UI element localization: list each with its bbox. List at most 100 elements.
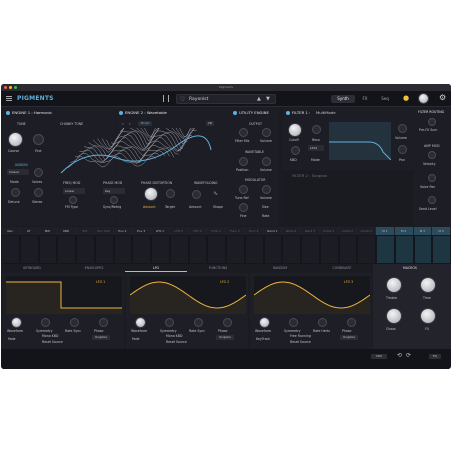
settings-gear-icon[interactable]: ⚙ <box>439 93 446 102</box>
mod-source-tab[interactable]: Ext <box>76 227 95 235</box>
mod-source-tab[interactable]: AT <box>19 227 39 235</box>
reso-knob[interactable] <box>312 125 321 134</box>
engine-1-power-icon[interactable] <box>6 111 10 115</box>
voices-knob[interactable] <box>34 168 43 177</box>
lfo-phase-knob[interactable] <box>99 318 108 327</box>
lfo-mono-label[interactable]: Mono KBD <box>166 334 182 338</box>
tab-fx[interactable]: FX <box>357 95 373 103</box>
preset-browser[interactable]: ♡ Rayonist ▲ ▼ <box>176 94 276 104</box>
filter-pan-knob[interactable] <box>398 145 407 154</box>
lfo-rate-knob[interactable] <box>318 318 327 327</box>
mod-source-tab[interactable]: Comb 2 <box>338 227 358 235</box>
sync-retrig-knob[interactable] <box>110 196 118 204</box>
next-wavetable-icon[interactable]: › <box>129 121 131 126</box>
lfo-fade-label[interactable]: Fade <box>8 337 15 341</box>
wavetable-display[interactable] <box>56 128 216 178</box>
mod-source-slot[interactable] <box>264 236 282 263</box>
mod-source-slot[interactable] <box>114 236 132 263</box>
macro-4-knob[interactable] <box>421 309 435 323</box>
library-icon[interactable] <box>163 95 169 102</box>
lfo-symmetry-knob[interactable] <box>289 318 298 327</box>
detune-knob[interactable] <box>11 188 20 197</box>
mod-source-slot[interactable] <box>283 236 300 263</box>
mod-source-slot[interactable] <box>227 236 244 263</box>
mod-source-slot[interactable] <box>208 236 225 263</box>
mod-source-slot[interactable] <box>189 236 207 263</box>
volume-knob[interactable] <box>419 94 428 103</box>
filter-mode-select[interactable]: LP12 <box>308 145 324 151</box>
engine-2-power-icon[interactable] <box>119 111 123 115</box>
section-tab[interactable]: FUNCTIONS <box>187 264 249 272</box>
lfo-phase-knob[interactable] <box>347 318 356 327</box>
lfo-waveform-knob[interactable] <box>260 318 269 327</box>
macro-2-knob[interactable] <box>421 278 435 292</box>
mod-source-slot[interactable] <box>320 236 338 263</box>
filter-1-power-icon[interactable] <box>286 111 290 115</box>
modulator-volume-knob[interactable] <box>262 185 271 194</box>
mod-source-slot[interactable] <box>377 236 394 263</box>
lfo-rate-knob[interactable] <box>194 318 203 327</box>
mod-source-tab[interactable]: Comb 3 <box>357 227 376 235</box>
lfo-polarity-button[interactable]: Unipolar <box>216 335 234 340</box>
filter-2-header[interactable]: FILTER 2 : Surgeon <box>292 173 327 178</box>
utility-power-icon[interactable] <box>233 111 237 115</box>
mod-source-tab[interactable]: LFO 2 <box>169 227 189 235</box>
mod-source-tab[interactable]: Func 3 <box>244 227 264 235</box>
mod-source-slot[interactable] <box>133 236 150 263</box>
lfo-phase-knob[interactable] <box>223 318 232 327</box>
mod-source-slot[interactable] <box>245 236 263 263</box>
mod-source-slot[interactable] <box>395 236 413 263</box>
fine-knob[interactable] <box>33 134 44 145</box>
filter-volume-knob[interactable] <box>398 124 407 133</box>
section-tab[interactable]: KEYBOARD <box>1 264 63 272</box>
position-knob[interactable] <box>239 157 248 166</box>
kbd-knob[interactable] <box>291 146 300 155</box>
phase-mod-select[interactable]: Key <box>103 188 125 194</box>
macro-1-knob[interactable] <box>387 278 401 292</box>
mod-source-tab[interactable]: MW <box>38 227 58 235</box>
lfo-reset-source-label[interactable]: Reset Source <box>166 340 187 344</box>
mod-source-tab[interactable]: Velo <box>1 227 20 235</box>
mod-source-slot[interactable] <box>339 236 357 263</box>
mod-source-tab[interactable]: KBD <box>57 227 76 235</box>
lfo-rate-knob[interactable] <box>70 318 79 327</box>
undo-icon[interactable]: ⟲ <box>397 352 402 359</box>
mod-source-slot[interactable] <box>20 236 38 263</box>
mod-source-tab[interactable]: Rand 1 <box>263 227 283 235</box>
amp-mod-knob[interactable] <box>428 151 436 159</box>
mod-source-tab[interactable]: Rand 3 <box>301 227 320 235</box>
section-tab[interactable]: ENVELOPES <box>63 264 125 272</box>
lightbulb-icon[interactable]: ● <box>403 94 409 102</box>
mod-source-slot[interactable] <box>170 236 188 263</box>
heart-icon[interactable]: ♡ <box>180 96 185 103</box>
section-tab[interactable]: LFO <box>125 264 187 272</box>
macro-3-knob[interactable] <box>387 309 401 323</box>
filter-response-graph[interactable] <box>329 122 391 160</box>
mod-source-slot[interactable] <box>433 236 450 263</box>
mod-source-tab[interactable]: M 2 <box>394 227 414 235</box>
engine-1-header[interactable]: ENGINE 1 : Harmonic <box>12 110 52 115</box>
mod-source-slot[interactable] <box>95 236 113 263</box>
routing-knob[interactable] <box>428 118 436 126</box>
send-level-knob[interactable] <box>428 196 436 204</box>
lfo-waveform-knob[interactable] <box>136 318 145 327</box>
lfo-symmetry-knob[interactable] <box>165 318 174 327</box>
stereo-knob[interactable] <box>34 188 43 197</box>
next-preset-icon[interactable]: ▼ <box>266 96 270 102</box>
mod-source-tab[interactable]: Comb 1 <box>319 227 339 235</box>
lfo-reset-source-label[interactable]: Reset Source <box>42 340 63 344</box>
wavefolding-amount-knob[interactable] <box>192 190 201 199</box>
fold-shape-icon[interactable]: ∿ <box>213 190 218 197</box>
wavetable-volume-knob[interactable] <box>262 157 271 166</box>
mod-source-slot[interactable] <box>2 236 19 263</box>
hamburger-menu-icon[interactable] <box>6 96 12 101</box>
mod-source-slot[interactable] <box>77 236 94 263</box>
tab-synth[interactable]: Synth <box>331 95 355 103</box>
lfo-symmetry-knob[interactable] <box>41 318 50 327</box>
filter-1-type[interactable]: MultiMode <box>316 110 336 115</box>
mod-source-tab[interactable]: Func 2 <box>226 227 245 235</box>
lfo-polarity-button[interactable]: Unipolar <box>92 335 110 340</box>
filter-mix-knob[interactable] <box>239 128 248 137</box>
mod-source-tab[interactable]: M 1 <box>376 227 395 235</box>
utility-volume-knob[interactable] <box>262 128 271 137</box>
